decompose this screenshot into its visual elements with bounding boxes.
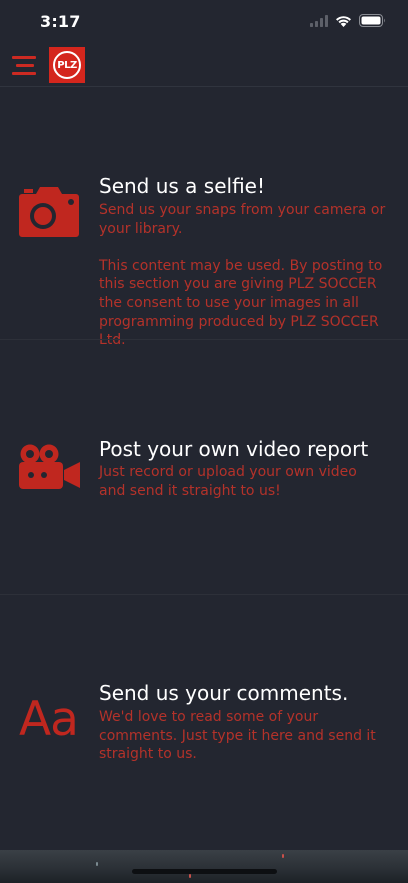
camera-icon (19, 187, 79, 237)
comments-section[interactable]: Aa Send us your comments. We'd love to r… (0, 595, 408, 850)
status-bar: 3:17 (0, 0, 408, 44)
logo-emblem: PLZ (53, 51, 81, 79)
menu-button[interactable] (10, 54, 38, 78)
wifi-icon (336, 15, 351, 27)
comments-description: We'd love to read some of your comments.… (99, 709, 376, 763)
home-indicator[interactable] (132, 869, 277, 874)
plz-logo[interactable]: PLZ (49, 47, 85, 83)
video-report-section[interactable]: Post your own video report Just record o… (0, 340, 408, 594)
video-camera-icon (19, 444, 80, 489)
bottom-background-image (0, 850, 408, 883)
battery-icon (359, 14, 385, 27)
logo-text: PLZ (57, 59, 77, 71)
cellular-signal-icon (310, 14, 328, 27)
comments-title: Send us your comments. (99, 681, 349, 705)
navigation-header: PLZ (0, 44, 408, 87)
video-report-description: Just record or upload your own video and… (99, 464, 357, 499)
status-icons (310, 14, 386, 27)
status-time: 3:17 (40, 12, 81, 31)
text-aa-icon: Aa (19, 692, 79, 747)
selfie-title: Send us a selfie! (99, 174, 265, 198)
selfie-description: Send us your snaps from your camera or y… (99, 202, 386, 349)
selfie-section[interactable]: Send us a selfie! Send us your snaps fro… (0, 87, 408, 348)
video-report-title: Post your own video report (99, 437, 369, 461)
